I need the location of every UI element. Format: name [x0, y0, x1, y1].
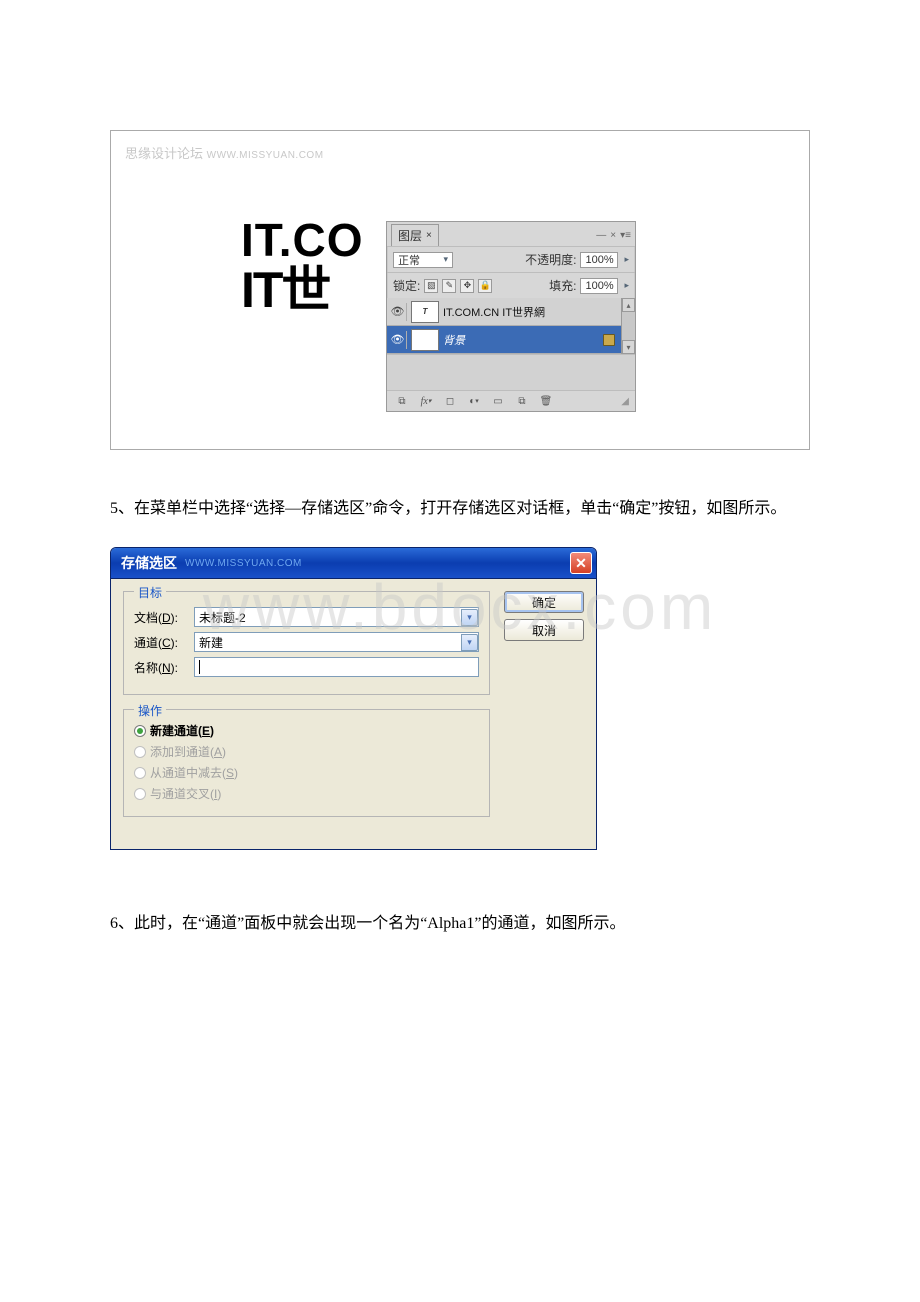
visibility-icon[interactable]: 👁 [389, 303, 407, 321]
new-layer-icon[interactable]: ⧉ [513, 394, 531, 408]
figure-watermark: 思缘设计论坛 WWW.MISSYUAN.COM [125, 143, 324, 162]
save-selection-dialog: 存储选区 WWW.MISSYUAN.COM ✕ 目标 文档(D): 未标题-2 … [110, 547, 597, 850]
document-label: 文档(D): [134, 609, 188, 626]
watermark-cn: 思缘设计论坛 [125, 146, 203, 161]
layers-tab[interactable]: 图层 × [391, 224, 439, 246]
fill-label: 填充: [549, 277, 576, 294]
layer-mask-icon[interactable]: ◻ [441, 394, 459, 408]
radio-icon [134, 788, 146, 800]
radio-add-channel: 添加到通道(A) [134, 741, 479, 762]
opacity-arrow-icon[interactable]: ▸ [624, 254, 629, 265]
opacity-input[interactable]: 100% [580, 252, 618, 268]
layer-thumb-bg [411, 329, 439, 351]
watermark-en: WWW.MISSYUAN.COM [207, 150, 324, 161]
name-input[interactable] [194, 657, 479, 677]
blend-mode-combo[interactable]: 正常 ▾ [393, 252, 453, 268]
sample-line-1: IT.CO [241, 216, 364, 264]
panel-footer: ⧉ fx▾ ◻ ◐▾ ▭ ⧉ 🗑 ◢ [387, 390, 635, 411]
dialog-title: 存储选区 [121, 553, 177, 573]
chevron-down-icon[interactable]: ▾ [461, 609, 478, 626]
link-layers-icon[interactable]: ⧉ [393, 394, 411, 408]
resize-grip-icon[interactable]: ◢ [621, 396, 629, 407]
layer-row-background[interactable]: 👁 背景 [387, 326, 635, 354]
scroll-up-icon[interactable]: ▴ [622, 298, 635, 312]
lock-label: 锁定: [393, 277, 420, 294]
ok-button[interactable]: 确定 [504, 591, 584, 613]
scroll-down-icon[interactable]: ▾ [622, 340, 635, 354]
dialog-body: 目标 文档(D): 未标题-2 ▾ 通道(C): 新建 ▾ [111, 578, 596, 849]
dialog-titlebar[interactable]: 存储选区 WWW.MISSYUAN.COM ✕ [111, 548, 596, 578]
radio-intersect-channel: 与通道交叉(I) [134, 783, 479, 804]
channel-combo[interactable]: 新建 ▾ [194, 632, 479, 652]
minimize-icon[interactable]: — [596, 230, 606, 241]
lock-paint-icon[interactable]: ✎ [442, 279, 456, 293]
text-cursor [199, 660, 200, 674]
radio-selected-icon [134, 725, 146, 737]
tab-close-icon[interactable]: × [426, 230, 432, 241]
dialog-watermark: WWW.MISSYUAN.COM [185, 558, 302, 569]
fx-icon[interactable]: fx▾ [417, 394, 435, 408]
name-row: 名称(N): [134, 657, 479, 677]
scrollbar[interactable]: ▴ ▾ [621, 298, 635, 354]
operation-group: 操作 新建通道(E) 添加到通道(A) 从通道中减去(S) [123, 709, 490, 817]
lock-fill-row: 锁定: ▧ ✎ ✥ 🔒 填充: 100% ▸ [387, 272, 635, 298]
name-label: 名称(N): [134, 659, 188, 676]
radio-icon [134, 767, 146, 779]
chevron-down-icon: ▾ [443, 254, 448, 265]
destination-group: 目标 文档(D): 未标题-2 ▾ 通道(C): 新建 ▾ [123, 591, 490, 695]
channel-label: 通道(C): [134, 634, 188, 651]
lock-all-icon[interactable]: 🔒 [478, 279, 492, 293]
lock-transparency-icon[interactable]: ▧ [424, 279, 438, 293]
layers-tab-label: 图层 [398, 227, 422, 244]
lock-indicator-icon [603, 334, 615, 346]
layer-list: 👁 T IT.COM.CN IT世界網 👁 背景 ▴ ▾ [387, 298, 635, 354]
visibility-icon[interactable]: 👁 [389, 331, 407, 349]
radio-subtract-channel: 从通道中减去(S) [134, 762, 479, 783]
layer-thumb-text: T [411, 301, 439, 323]
document-value: 未标题-2 [199, 609, 246, 626]
new-group-icon[interactable]: ▭ [489, 394, 507, 408]
fill-arrow-icon[interactable]: ▸ [624, 280, 629, 291]
instruction-step-5: 5、在菜单栏中选择“选择—存储选区”命令，打开存储选区对话框，单击“确定”按钮，… [110, 495, 810, 522]
blend-mode-value: 正常 [398, 252, 420, 268]
adjustment-layer-icon[interactable]: ◐▾ [465, 394, 483, 408]
close-icon[interactable]: × [610, 230, 616, 241]
radio-icon [134, 746, 146, 758]
blend-opacity-row: 正常 ▾ 不透明度: 100% ▸ [387, 246, 635, 272]
chevron-down-icon[interactable]: ▾ [461, 634, 478, 651]
destination-legend: 目标 [134, 584, 166, 601]
radio-new-channel[interactable]: 新建通道(E) [134, 720, 479, 741]
canvas-sample-text: IT.CO IT世 [241, 216, 364, 317]
sample-line-2: IT世 [241, 264, 364, 317]
opacity-label: 不透明度: [525, 251, 576, 268]
menu-icon[interactable]: ▾≡ [620, 230, 631, 241]
figure-layers-panel: 思缘设计论坛 WWW.MISSYUAN.COM IT.CO IT世 图层 × —… [110, 130, 810, 450]
lock-move-icon[interactable]: ✥ [460, 279, 474, 293]
document-row: 文档(D): 未标题-2 ▾ [134, 607, 479, 627]
layer-name-2: 背景 [443, 332, 465, 348]
layer-name-1: IT.COM.CN IT世界網 [443, 304, 545, 320]
layers-panel: 图层 × — × ▾≡ 正常 ▾ 不透明度: 100% ▸ 锁定: [386, 221, 636, 412]
fill-input[interactable]: 100% [580, 278, 618, 294]
document-page: 思缘设计论坛 WWW.MISSYUAN.COM IT.CO IT世 图层 × —… [0, 0, 920, 1247]
operation-legend: 操作 [134, 702, 166, 719]
panel-empty-area [387, 354, 635, 390]
cancel-button[interactable]: 取消 [504, 619, 584, 641]
channel-value: 新建 [199, 634, 223, 651]
instruction-step-6: 6、此时，在“通道”面板中就会出现一个名为“Alpha1”的通道，如图所示。 [110, 910, 810, 937]
layer-row-text[interactable]: 👁 T IT.COM.CN IT世界網 [387, 298, 635, 326]
panel-titlebar: 图层 × — × ▾≡ [387, 222, 635, 246]
trash-icon[interactable]: 🗑 [537, 394, 555, 408]
document-combo[interactable]: 未标题-2 ▾ [194, 607, 479, 627]
channel-row: 通道(C): 新建 ▾ [134, 632, 479, 652]
dialog-close-button[interactable]: ✕ [570, 552, 592, 574]
